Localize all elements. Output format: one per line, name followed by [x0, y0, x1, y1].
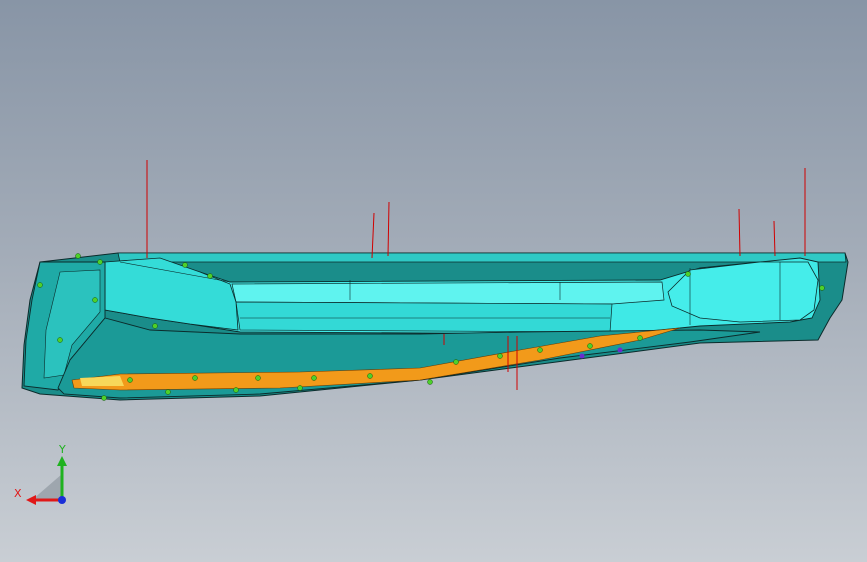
3d-viewport[interactable]: X Y [0, 0, 867, 562]
triad-plane [32, 474, 62, 500]
x-axis-label: X [14, 487, 22, 500]
y-axis-label: Y [58, 443, 66, 456]
axis-triad: X Y [14, 443, 67, 505]
z-axis-dot [58, 496, 66, 504]
x-axis-arrow [26, 495, 36, 505]
y-axis-arrow [57, 456, 67, 466]
